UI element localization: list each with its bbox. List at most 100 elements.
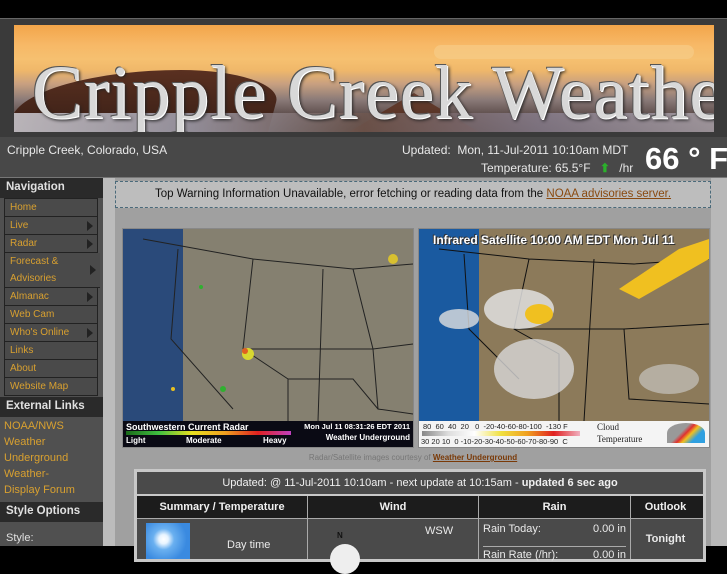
- wind-compass-icon: [330, 544, 360, 574]
- outlook-period: Tonight: [645, 533, 686, 545]
- nav-item-web-cam[interactable]: Web Cam: [5, 306, 97, 324]
- nav-item-label: Web Cam: [10, 309, 55, 320]
- updated-ago: updated 6 sec ago: [521, 477, 618, 489]
- radar-caption-time: Mon Jul 11 08:31:26 EDT 2011: [304, 422, 410, 431]
- main-content: Top Warning Information Unavailable, err…: [103, 178, 727, 574]
- rain-rate: Rain Rate (/hr): 0.00 in: [483, 546, 626, 561]
- rain-rate-label: Rain Rate (/hr):: [483, 549, 559, 561]
- temperature-label: Temperature:: [481, 161, 552, 175]
- updated-label: Updated:: [402, 143, 451, 157]
- nav-item-label: Links: [10, 345, 34, 356]
- nav-item-radar[interactable]: Radar: [5, 235, 97, 253]
- scale-celsius: 30 20 10 0 -10-20-30-40-50-60-70-80-90 C: [421, 437, 568, 446]
- nav-item-forecast-advisories[interactable]: Forecast & Advisories: [5, 253, 100, 288]
- trend-unit: /hr: [619, 161, 634, 175]
- nav-item-label: Who's Online: [10, 327, 70, 338]
- courtesy-text: Radar/Satellite images courtesy of: [308, 453, 433, 462]
- nav-item-label: Radar: [10, 238, 38, 249]
- conditions-table: Updated: @ 11-Jul-2011 10:10am - next up…: [134, 469, 706, 574]
- sunny-icon: [146, 523, 190, 559]
- up-arrow-icon: ⬆: [599, 161, 610, 175]
- nav-item-home[interactable]: Home: [5, 199, 97, 217]
- style-label: Style:: [6, 532, 34, 544]
- submenu-arrow-icon: [87, 327, 93, 338]
- site-title: Cripple Creek Weather: [32, 51, 714, 132]
- nav-item-label: About: [10, 363, 37, 374]
- submenu-arrow-icon: [87, 220, 93, 231]
- header-summary: Summary / Temperature: [137, 496, 308, 518]
- sidebar: Navigation Home Live Radar Forecast & Advis…: [0, 178, 103, 546]
- summary-text: Day time: [227, 539, 271, 551]
- table-header: Summary / Temperature Wind Rain Outlook: [137, 496, 703, 519]
- radar-image[interactable]: Southwestern Current Radar Mon Jul 11 08…: [122, 228, 414, 448]
- header-wind: Wind: [308, 496, 479, 518]
- outlook-cell: Tonight: [631, 519, 700, 559]
- compass-north-label: N: [337, 531, 343, 540]
- updated-value: Mon, 11-Jul-2011 10:10am MDT: [457, 143, 629, 157]
- warning-text: Top Warning Information Unavailable, err…: [154, 188, 547, 200]
- nav-item-almanac[interactable]: Almanac: [5, 288, 97, 306]
- station-location: Cripple Creek, Colorado, USA: [7, 143, 168, 157]
- rain-cell: Rain Today: 0.00 in Rain Rate (/hr): 0.0…: [479, 519, 631, 561]
- nav-item-website-map[interactable]: Website Map: [5, 378, 97, 395]
- rain-rate-value: 0.00 in: [592, 549, 626, 561]
- site-banner[interactable]: Cripple Creek Weather: [14, 25, 714, 132]
- summary-cell: Day time: [137, 519, 308, 559]
- header-rain: Rain: [479, 496, 631, 518]
- page: Cripple Creek Weather Cripple Creek, Col…: [0, 18, 727, 574]
- rain-today-label: Rain Today:: [483, 523, 541, 535]
- updated-timestamp: Updated: Mon, 11-Jul-2011 10:10am MDT: [402, 143, 628, 157]
- nav-item-about[interactable]: About: [5, 360, 97, 378]
- nav-item-who-s-online[interactable]: Who's Online: [5, 324, 97, 342]
- wind-direction: WSW: [425, 525, 454, 537]
- wunderground-logo-icon: [667, 423, 705, 443]
- legend-temperature: Temperature: [597, 434, 643, 444]
- image-courtesy: Radar/Satellite images courtesy of Weath…: [115, 453, 711, 462]
- satellite-caption: 80 60 40 20 0 -20-40-60-80-100 -130 F 30…: [419, 421, 709, 447]
- info-bar: Cripple Creek, Colorado, USA Updated: Mo…: [0, 137, 727, 178]
- weather-underground-link[interactable]: Weather Underground: [433, 453, 517, 462]
- legend-cloud: Cloud: [597, 422, 620, 432]
- legend-moderate: Moderate: [186, 436, 222, 445]
- legend-heavy: Heavy: [263, 436, 287, 445]
- legend-light: Light: [126, 436, 146, 445]
- radar-state-borders: [142, 238, 413, 421]
- updated-text: Updated: @ 11-Jul-2011 10:10am - next up…: [222, 477, 522, 489]
- external-links-heading: External Links: [0, 397, 103, 417]
- submenu-arrow-icon: [90, 265, 96, 275]
- nav-item-label: Live: [10, 220, 29, 231]
- nav-item-label: Home: [10, 202, 37, 213]
- external-link-noaa-nws[interactable]: NOAA/NWS: [0, 418, 103, 434]
- nav-item-label: Forecast & Advisories: [10, 256, 59, 284]
- scrollbar[interactable]: [711, 178, 727, 546]
- satellite-image[interactable]: Infrared Satellite 10:00 AM EDT Mon Jul …: [418, 228, 710, 448]
- scale-fahrenheit: 80 60 40 20 0 -20-40-60-80-100 -130 F: [423, 422, 568, 431]
- radar-intensity-scale: [126, 431, 291, 435]
- big-temperature: 66 ° F: [645, 141, 727, 176]
- cloud-temp-scale: [422, 431, 580, 436]
- rain-today-value: 0.00 in: [592, 523, 626, 535]
- conditions-updated: Updated: @ 11-Jul-2011 10:10am - next up…: [137, 472, 703, 496]
- temperature-value: 65.5°F: [555, 161, 591, 175]
- satellite-title: Infrared Satellite 10:00 AM EDT Mon Jul …: [433, 233, 675, 247]
- nav-item-label: Almanac: [10, 291, 49, 302]
- submenu-arrow-icon: [87, 238, 93, 249]
- satellite-clouds: [438, 239, 709, 421]
- wunderground-brand: Weather Underground: [325, 433, 410, 442]
- nav-item-live[interactable]: Live: [5, 217, 97, 235]
- nav-menu: Home Live Radar Forecast & Advisories Almana…: [4, 198, 100, 396]
- noaa-advisories-link[interactable]: NOAA advisories server.: [546, 188, 671, 200]
- rain-today: Rain Today: 0.00 in: [483, 523, 626, 535]
- nav-item-links[interactable]: Links: [5, 342, 97, 360]
- temperature-readout: Temperature: 65.5°F ⬆ /hr: [481, 161, 633, 175]
- submenu-arrow-icon: [87, 291, 93, 302]
- warning-box: Top Warning Information Unavailable, err…: [115, 181, 711, 208]
- nav-item-label: Website Map: [10, 381, 69, 392]
- radar-caption: Southwestern Current Radar Mon Jul 11 08…: [123, 421, 413, 447]
- header-outlook: Outlook: [644, 501, 687, 513]
- external-link-weather-display-forum[interactable]: Weather-Display Forum: [0, 466, 88, 498]
- nav-heading: Navigation: [0, 178, 103, 198]
- style-options-heading: Style Options: [0, 502, 103, 522]
- external-links: NOAA/NWS Weather Underground Weather-Displ…: [0, 417, 103, 502]
- external-link-weather-underground[interactable]: Weather Underground: [0, 434, 78, 466]
